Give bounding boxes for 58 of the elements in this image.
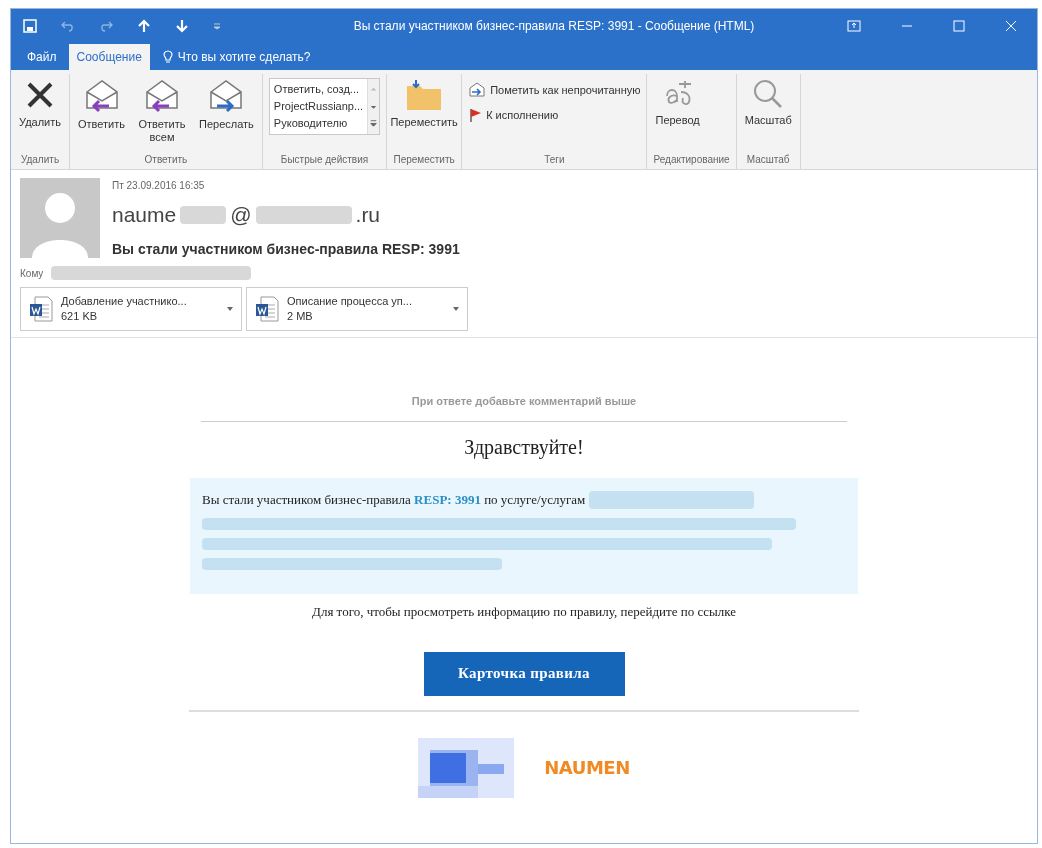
- attachment-name: Добавление участнико...: [61, 293, 188, 309]
- word-document-icon: [29, 295, 53, 322]
- close-icon[interactable]: [1005, 19, 1017, 32]
- group-label: Ответить: [143, 153, 189, 167]
- lightbulb-icon: [161, 50, 174, 64]
- group-label: Удалить: [19, 153, 61, 167]
- dropdown-caret-icon: [453, 306, 459, 311]
- attachment[interactable]: Добавление участнико... 621 KB: [20, 286, 242, 331]
- quick-step-item[interactable]: ProjectRussianp...: [269, 98, 368, 115]
- attachment[interactable]: Описание процесса уп... 2 MB: [246, 286, 468, 331]
- greeting: Здравствуйте!: [464, 435, 584, 461]
- save-icon[interactable]: [23, 18, 37, 33]
- naumen-logo: NAUMEN: [544, 756, 630, 780]
- envelope-icon: [468, 82, 487, 99]
- to-label: Кому: [20, 266, 44, 281]
- ribbon-button[interactable]: Ответить: [76, 78, 128, 131]
- flag-icon: [468, 106, 483, 123]
- sender-text: naume: [112, 202, 177, 228]
- reply-note: При ответе добавьте комментарий выше: [411, 393, 637, 409]
- group-label: Теги: [543, 153, 566, 167]
- blurred-text: [180, 205, 227, 224]
- ribbon-display-icon[interactable]: [847, 19, 861, 32]
- sender-text: .ru: [355, 202, 381, 228]
- group-label: Редактирование: [653, 153, 730, 167]
- ribbon-button[interactable]: К исполнению: [468, 106, 641, 123]
- ribbon-tab[interactable]: Файл: [19, 44, 65, 70]
- dropdown-caret-icon: [227, 306, 233, 311]
- ribbon-button[interactable]: Ответить всем: [131, 78, 194, 144]
- info-text: Вы стали участником бизнес-правила RESP: 3991 по услуге/услугам: [202, 491, 586, 509]
- customize-icon[interactable]: [213, 21, 221, 30]
- ribbon-button[interactable]: Перевод: [653, 78, 702, 127]
- group-label: Быстрые действия: [279, 153, 370, 167]
- tell-me-field[interactable]: Что вы хотите сделать?: [153, 44, 319, 70]
- ribbon-button[interactable]: Масштаб: [742, 78, 794, 127]
- attachment-size: 2 MB: [287, 308, 314, 324]
- message-date: Пт 23.09.2016 16:35: [112, 179, 206, 193]
- ribbon-tab[interactable]: Сообщение: [68, 44, 150, 70]
- word-document-icon: [255, 295, 279, 322]
- rule-card-button[interactable]: Карточка правила: [423, 651, 625, 696]
- group-label: Масштаб: [745, 153, 791, 167]
- arrow-up-icon[interactable]: [137, 18, 151, 33]
- maximize-icon[interactable]: [953, 19, 965, 32]
- ribbon-button[interactable]: Удалить: [17, 78, 63, 129]
- ribbon-button[interactable]: Переместить: [393, 78, 456, 129]
- arrow-down-icon[interactable]: [175, 18, 189, 33]
- avatar-icon: [20, 178, 100, 258]
- attachment-size: 621 KB: [61, 308, 99, 324]
- gallery-scroll-arrows[interactable]: [367, 79, 380, 134]
- message-subject: Вы стали участником бизнес-правила RESP: 3991: [112, 239, 460, 259]
- attachment-name: Описание процесса уп...: [287, 293, 413, 309]
- window-title: Вы стали участником бизнес-правила RESP: 3991 - Сообщение (HTML): [352, 17, 756, 35]
- group-label: Переместить: [393, 153, 456, 167]
- quick-step-item[interactable]: Руководителю: [269, 115, 368, 132]
- sender-text: @: [230, 202, 252, 228]
- ribbon-button[interactable]: Переслать: [197, 78, 256, 131]
- instruction-text: Для того, чтобы просмотреть информацию по правилу, перейдите по ссылке: [312, 603, 736, 621]
- ribbon-button[interactable]: Пометить как непрочитанную: [468, 82, 641, 99]
- quick-step-item[interactable]: Ответить, созд...: [269, 81, 368, 98]
